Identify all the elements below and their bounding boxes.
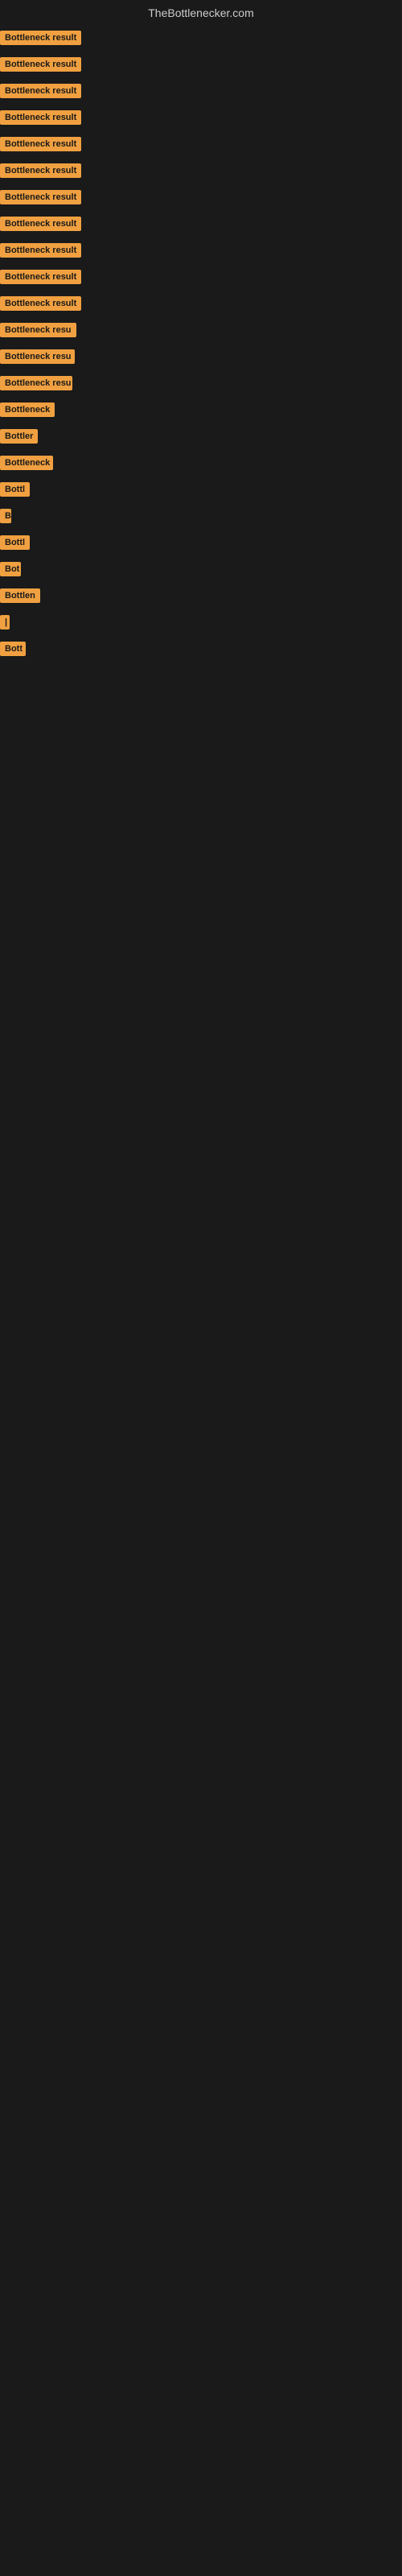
bottleneck-row-19: B bbox=[0, 506, 402, 530]
bottleneck-row-22: Bottlen bbox=[0, 585, 402, 610]
bottleneck-row-17: Bottleneck bbox=[0, 452, 402, 477]
bottleneck-row-21: Bot bbox=[0, 559, 402, 584]
bottleneck-badge[interactable]: Bottleneck bbox=[0, 456, 53, 470]
bottleneck-row-14: Bottleneck resu bbox=[0, 373, 402, 398]
bottleneck-badge[interactable]: Bottleneck result bbox=[0, 57, 81, 72]
bottleneck-row-7: Bottleneck result bbox=[0, 187, 402, 212]
bottleneck-row-2: Bottleneck result bbox=[0, 54, 402, 79]
bottleneck-badge[interactable]: Bottleneck result bbox=[0, 217, 81, 231]
bottleneck-badge[interactable]: Bottleneck result bbox=[0, 31, 81, 45]
site-title: TheBottlenecker.com bbox=[0, 0, 402, 26]
bottleneck-badge[interactable]: Bottleneck result bbox=[0, 243, 81, 258]
bottleneck-row-15: Bottleneck bbox=[0, 399, 402, 424]
bottleneck-badge[interactable]: | bbox=[0, 615, 10, 630]
bottleneck-row-10: Bottleneck result bbox=[0, 266, 402, 291]
bottleneck-row-5: Bottleneck result bbox=[0, 134, 402, 159]
bottleneck-badge[interactable]: Bottleneck resu bbox=[0, 349, 75, 364]
bottleneck-badge[interactable]: Bottleneck bbox=[0, 402, 55, 417]
bottleneck-badge[interactable]: Bottleneck result bbox=[0, 270, 81, 284]
bottleneck-badge[interactable]: Bottleneck result bbox=[0, 84, 81, 98]
items-container: Bottleneck result Bottleneck result Bottle… bbox=[0, 27, 402, 663]
bottleneck-badge[interactable]: Bottleneck result bbox=[0, 163, 81, 178]
bottleneck-badge[interactable]: Bottleneck result bbox=[0, 137, 81, 151]
bottleneck-row-4: Bottleneck result bbox=[0, 107, 402, 132]
bottleneck-badge[interactable]: Bottleneck result bbox=[0, 190, 81, 204]
bottleneck-badge[interactable]: Bottleneck result bbox=[0, 296, 81, 311]
bottleneck-row-3: Bottleneck result bbox=[0, 80, 402, 105]
bottleneck-row-24: Bott bbox=[0, 638, 402, 663]
site-header: TheBottlenecker.com bbox=[0, 0, 402, 26]
bottleneck-badge[interactable]: Bottlen bbox=[0, 588, 40, 603]
bottleneck-row-11: Bottleneck result bbox=[0, 293, 402, 318]
bottleneck-badge[interactable]: B bbox=[0, 509, 11, 523]
bottleneck-row-6: Bottleneck result bbox=[0, 160, 402, 185]
bottleneck-row-20: Bottl bbox=[0, 532, 402, 557]
bottleneck-badge[interactable]: Bot bbox=[0, 562, 21, 576]
bottleneck-row-12: Bottleneck resu bbox=[0, 320, 402, 345]
bottleneck-badge[interactable]: Bottl bbox=[0, 482, 30, 497]
bottleneck-badge[interactable]: Bottleneck resu bbox=[0, 323, 76, 337]
bottleneck-row-9: Bottleneck result bbox=[0, 240, 402, 265]
bottleneck-row-1: Bottleneck result bbox=[0, 27, 402, 52]
bottleneck-row-16: Bottler bbox=[0, 426, 402, 451]
bottleneck-row-13: Bottleneck resu bbox=[0, 346, 402, 371]
bottleneck-badge[interactable]: Bottl bbox=[0, 535, 30, 550]
bottleneck-badge[interactable]: Bottleneck result bbox=[0, 110, 81, 125]
bottleneck-badge[interactable]: Bottler bbox=[0, 429, 38, 444]
bottleneck-row-18: Bottl bbox=[0, 479, 402, 504]
bottleneck-row-8: Bottleneck result bbox=[0, 213, 402, 238]
bottleneck-badge[interactable]: Bott bbox=[0, 642, 26, 656]
bottleneck-badge[interactable]: Bottleneck resu bbox=[0, 376, 72, 390]
bottleneck-row-23: | bbox=[0, 612, 402, 637]
